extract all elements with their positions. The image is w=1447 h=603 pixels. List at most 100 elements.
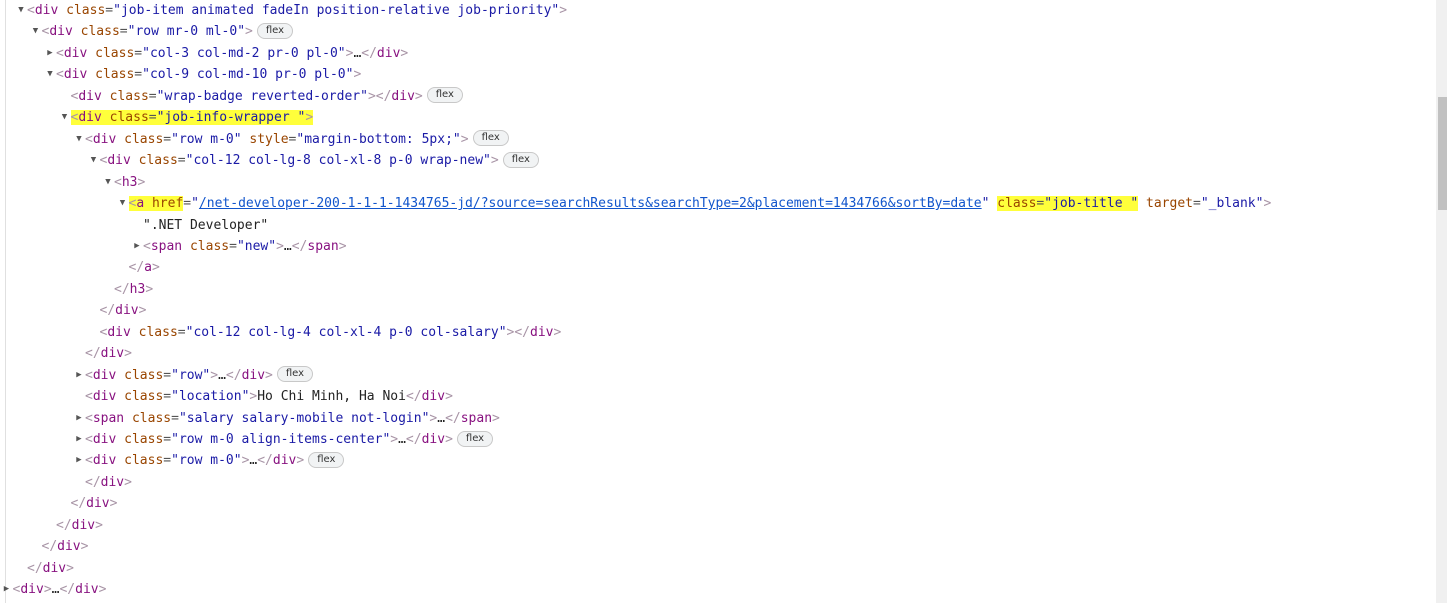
attribute-value[interactable]: salary salary-mobile not-login (187, 411, 422, 426)
dom-node-line[interactable]: ▶".NET Developer" (132, 215, 268, 236)
attribute-name[interactable]: class (124, 368, 163, 383)
equals: = (163, 131, 172, 147)
dom-node-line[interactable]: ▶</h3> (103, 279, 153, 300)
dom-node-line[interactable]: ▶</div> (89, 300, 147, 321)
collapsed-triangle-icon[interactable]: ▶ (74, 408, 84, 429)
attribute-name[interactable]: class (124, 389, 163, 404)
expanded-triangle-icon[interactable]: ▼ (31, 21, 41, 42)
expanded-triangle-icon[interactable]: ▼ (74, 129, 84, 150)
dom-node-line[interactable]: ▶ <div>…</div> (2, 579, 107, 600)
scrollbar-thumb[interactable] (1438, 97, 1447, 210)
attribute-name[interactable]: class (124, 453, 163, 468)
attribute-name[interactable]: class (95, 67, 134, 82)
collapsed-triangle-icon[interactable]: ▶ (45, 43, 55, 64)
attribute-link[interactable]: /net-developer-200-1-1-1-1434765-jd/?sou… (199, 196, 982, 211)
dom-node-line[interactable]: ▶</div> (16, 558, 74, 579)
dom-node-line[interactable]: ▶</div> (60, 493, 118, 514)
expanded-triangle-icon[interactable]: ▼ (45, 64, 55, 85)
tag-bracket: </ (375, 88, 392, 104)
attribute-name[interactable]: class (132, 411, 171, 426)
tag-bracket: </ (56, 517, 72, 533)
dom-node-line[interactable]: ▶</div> (45, 515, 103, 536)
attribute-name[interactable]: href (151, 196, 184, 212)
dom-node-line[interactable]: ▶ <div class="row m-0 align-items-center"… (74, 429, 494, 450)
flex-badge[interactable]: flex (502, 151, 539, 168)
collapsed-triangle-icon[interactable]: ▶ (74, 365, 84, 386)
attribute-name[interactable]: class (95, 46, 134, 61)
quote: " (171, 432, 179, 447)
attribute-name[interactable]: class (190, 239, 229, 254)
dom-node-line[interactable]: ▶<div class="wrap-badge reverted-order">… (60, 86, 463, 107)
expanded-triangle-icon[interactable]: ▼ (103, 172, 113, 193)
attribute-value[interactable]: row m-0 align-items-center (179, 432, 383, 447)
dom-node-line[interactable]: ▼ <div class="col-9 col-md-10 pr-0 pl-0"> (45, 64, 361, 85)
vertical-scrollbar[interactable] (1436, 0, 1447, 603)
collapsed-ellipsis[interactable]: … (284, 239, 292, 254)
collapsed-ellipsis[interactable]: … (218, 368, 226, 383)
attribute-name[interactable]: class (997, 196, 1037, 212)
flex-badge[interactable]: flex (256, 22, 294, 39)
collapsed-ellipsis[interactable]: … (437, 411, 445, 426)
attribute-value[interactable]: job-title (1052, 196, 1131, 212)
attribute-value[interactable]: row m-0 (179, 132, 234, 147)
attribute-value[interactable]: margin-bottom: 5px; (304, 132, 453, 147)
dom-node-line[interactable]: ▶ <span class="new">…</span> (132, 236, 346, 257)
attribute-value[interactable]: row m-0 (179, 453, 234, 468)
dom-node-line[interactable]: ▼ <div class="row m-0" style="margin-bott… (74, 129, 509, 150)
expanded-triangle-icon[interactable]: ▼ (60, 107, 70, 128)
collapsed-ellipsis[interactable]: … (398, 432, 406, 447)
attribute-name[interactable]: class (139, 325, 178, 340)
attribute-value[interactable]: _blank (1209, 196, 1256, 211)
dom-node-line[interactable]: ▶</div> (74, 472, 132, 493)
attribute-name[interactable]: class (124, 132, 163, 147)
flex-badge[interactable]: flex (456, 430, 494, 447)
attribute-name[interactable]: class (139, 153, 178, 168)
attribute-value[interactable]: wrap-badge reverted-order (164, 89, 360, 104)
attribute-value[interactable]: col-9 col-md-10 pr-0 pl-0 (150, 67, 346, 82)
attribute-value[interactable]: job-info-wrapper (164, 110, 297, 125)
flex-badge[interactable]: flex (276, 366, 314, 383)
attribute-name[interactable]: class (110, 89, 149, 104)
expanded-triangle-icon[interactable]: ▼ (16, 0, 26, 21)
attribute-name[interactable]: class (81, 24, 120, 39)
flex-badge[interactable]: flex (426, 87, 463, 104)
tag-bracket: </ (445, 410, 461, 426)
dom-node-line[interactable]: ▶</div> (31, 536, 89, 557)
collapsed-triangle-icon[interactable]: ▶ (74, 429, 84, 450)
attribute-value[interactable]: col-12 col-lg-4 col-xl-4 p-0 col-salary (193, 325, 498, 340)
dom-node-line[interactable]: ▶ <span class="salary salary-mobile not-l… (74, 408, 500, 429)
attribute-value[interactable]: row mr-0 ml-0 (135, 24, 237, 39)
collapsed-triangle-icon[interactable]: ▶ (2, 579, 12, 600)
tag-name: div (272, 453, 297, 469)
dom-node-line[interactable]: ▶ <div class="row">…</div> flex (74, 365, 314, 386)
attribute-value[interactable]: new (245, 239, 268, 254)
attribute-value[interactable]: location (179, 389, 242, 404)
dom-node-line[interactable]: ▼ <div class="job-item animated fadeIn po… (16, 0, 567, 21)
dom-node-line[interactable]: ▼ <a href="/net-developer-200-1-1-1-14347… (118, 193, 1271, 214)
flex-badge[interactable]: flex (472, 130, 509, 147)
expanded-triangle-icon[interactable]: ▼ (118, 193, 128, 214)
attribute-value[interactable]: col-3 col-md-2 pr-0 pl-0 (150, 46, 338, 61)
attribute-value[interactable]: col-12 col-lg-8 col-xl-8 p-0 wrap-new (193, 153, 483, 168)
dom-node-line[interactable]: ▼ <div class="col-12 col-lg-8 col-xl-8 p-… (89, 150, 539, 171)
attribute-name[interactable]: style (249, 132, 288, 147)
flex-badge[interactable]: flex (308, 451, 345, 468)
dom-node-line[interactable]: ▶</div> (74, 343, 132, 364)
dom-node-line[interactable]: ▶<div class="col-12 col-lg-4 col-xl-4 p-… (89, 322, 562, 343)
dom-node-line[interactable]: ▶</a> (118, 257, 160, 278)
attribute-value[interactable]: row (179, 368, 202, 383)
attribute-name[interactable]: class (110, 110, 149, 125)
expanded-triangle-icon[interactable]: ▼ (89, 150, 99, 171)
dom-node-line[interactable]: ▶ <div class="col-3 col-md-2 pr-0 pl-0">…… (45, 43, 408, 64)
attribute-name[interactable]: class (124, 432, 163, 447)
collapsed-triangle-icon[interactable]: ▶ (74, 450, 84, 471)
collapsed-triangle-icon[interactable]: ▶ (132, 236, 142, 257)
attribute-value[interactable]: job-item animated fadeIn position-relati… (121, 3, 551, 18)
dom-node-line[interactable]: ▶<div class="location">Ho Chi Minh, Ha N… (74, 386, 453, 407)
dom-node-line[interactable]: ▼ <div class="job-info-wrapper "> (60, 107, 314, 128)
dom-node-line[interactable]: ▼ <div class="row mr-0 ml-0"> flex (31, 21, 294, 42)
attribute-name[interactable]: class (66, 3, 105, 18)
dom-node-line[interactable]: ▼ <h3> (103, 172, 145, 193)
attribute-name[interactable]: target (1146, 196, 1193, 211)
dom-node-line[interactable]: ▶ <div class="row m-0">…</div> flex (74, 450, 345, 471)
